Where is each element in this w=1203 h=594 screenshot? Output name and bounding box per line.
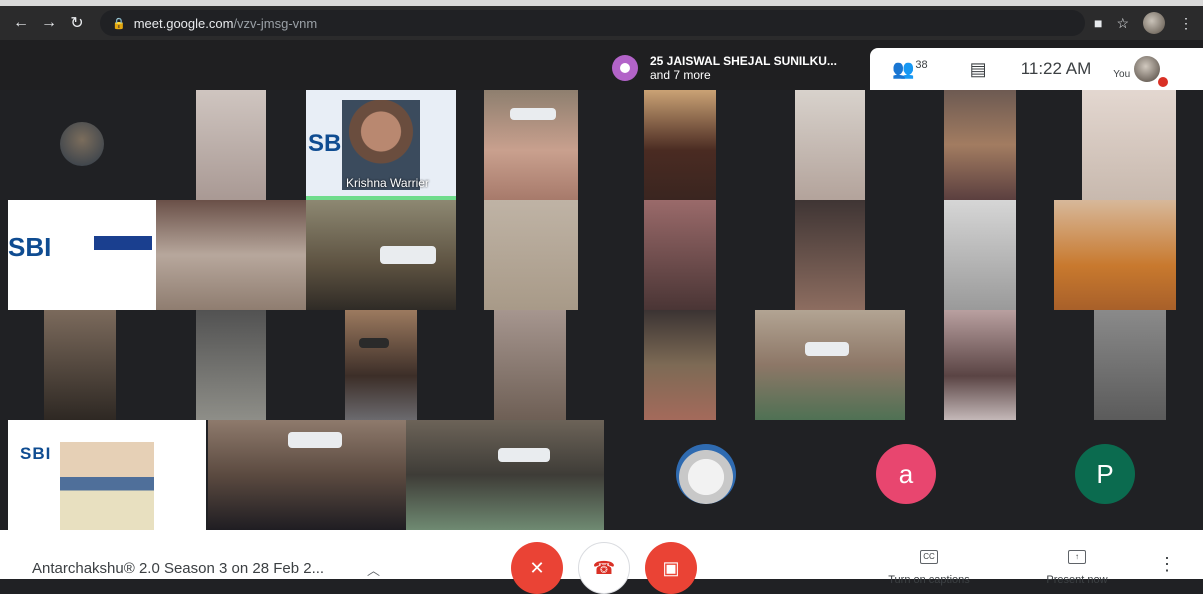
sbi-logo-text: SBI [8,232,52,262]
self-view-avatar[interactable] [1134,56,1170,88]
blindfold [359,338,389,348]
presenter-others: and 7 more [650,68,711,82]
address-bar[interactable]: 🔒 meet.google.com /vzv-jmsg-vnm [100,10,1085,36]
video-tile[interactable] [196,310,266,420]
video-tile[interactable] [755,310,905,420]
presenter-video [60,442,154,530]
meeting-info-panel: 👥 38 ▤ 11:22 AM You [870,48,1203,90]
video-tile-logo[interactable]: SBI [8,420,206,530]
star-icon[interactable]: ☆ [1116,15,1129,32]
sbi-logo-text: SBI [20,444,52,463]
blindfold [498,448,550,462]
video-tile[interactable] [944,200,1016,310]
participant-avatar-a[interactable]: a [876,444,936,504]
captions-button[interactable]: CC Turn on captions [874,550,984,586]
camera-off-icon: ▣ [662,557,680,578]
avatar-initial: a [898,458,914,489]
meeting-title[interactable]: Antarchakshu® 2.0 Season 3 on 28 Feb 2..… [32,560,324,577]
blindfold [380,246,436,264]
leave-call-button[interactable]: ☎ [578,542,630,594]
participant-avatar-p[interactable]: P [1075,444,1135,504]
mic-muted-icon [1157,76,1170,88]
video-tile[interactable] [406,420,604,530]
browser-toolbar: ← → ↻ 🔒 meet.google.com /vzv-jmsg-vnm ■ … [0,0,1203,40]
sbi-banner [94,236,152,250]
video-tile[interactable] [484,90,578,200]
video-tile[interactable] [795,200,865,310]
browser-profile-avatar[interactable] [1143,12,1165,34]
presenter-avatar [612,55,638,81]
reload-icon[interactable]: ↻ [66,12,88,34]
video-grid: SBI Krishna Warrier SBI SBI a P [0,90,1203,530]
avatar-initial: P [1096,458,1114,489]
meeting-time: 11:22 AM [1020,59,1092,78]
video-tile[interactable] [944,90,1016,200]
chevron-up-icon[interactable]: ︿ [367,560,380,579]
meet-bottom-bar: Antarchakshu® 2.0 Season 3 on 28 Feb 2..… [0,530,1203,594]
hang-up-icon: ☎ [592,557,616,578]
url-host: meet.google.com [133,15,234,31]
video-tile[interactable] [484,200,578,310]
mic-off-icon: ✕ [529,557,545,578]
video-tile[interactable] [494,310,566,420]
meet-top-bar: 25 JAISWAL SHEJAL SUNILKU... and 7 more … [0,40,1203,90]
video-tile[interactable] [196,90,266,200]
present-now-button[interactable]: ↑ Present now [1022,550,1132,586]
video-tile[interactable] [644,310,716,420]
lock-icon: 🔒 [112,17,126,30]
video-tile[interactable] [644,200,716,310]
video-tile[interactable] [795,90,865,200]
present-screen-icon: ↑ [1068,550,1086,564]
blindfold [288,432,342,448]
video-tile[interactable] [944,310,1016,420]
arrow-right-icon[interactable]: → [38,12,60,34]
presenter-chip[interactable]: 25 JAISWAL SHEJAL SUNILKU... and 7 more [612,48,870,88]
arrow-left-icon[interactable]: ← [10,12,32,34]
participant-avatar[interactable] [676,444,736,504]
closed-captions-icon: CC [920,550,938,564]
camera-indicator-icon[interactable]: ■ [1094,15,1102,31]
video-tile[interactable] [644,90,716,200]
camera-toggle-button[interactable]: ▣ [645,542,697,594]
participant-count: 38 [915,58,928,71]
video-tile[interactable] [208,420,406,530]
video-tile[interactable] [156,200,306,310]
video-tile-logo[interactable]: SBI [8,200,156,310]
video-tile[interactable] [8,90,156,200]
video-tile-speaker[interactable]: SBI Krishna Warrier [306,90,456,200]
present-label: Present now [1046,574,1108,586]
video-tile[interactable] [1094,310,1166,420]
participant-avatar [60,122,104,166]
chat-icon[interactable]: ▤ [970,59,987,80]
people-button[interactable]: 👥 38 [892,59,928,80]
self-view-label: You [1113,68,1131,80]
presenter-name: 25 JAISWAL SHEJAL SUNILKU... [650,54,837,68]
browser-menu-icon[interactable]: ⋮ [1179,15,1193,32]
captions-label: Turn on captions [888,574,970,586]
blindfold [805,342,849,356]
speaker-name-label: Krishna Warrier [346,176,429,190]
video-tile[interactable] [345,310,417,420]
video-tile[interactable] [44,310,116,420]
people-icon: 👥 [892,58,915,79]
microphone-toggle-button[interactable]: ✕ [511,542,563,594]
more-options-icon[interactable]: ⋮ [1158,554,1176,575]
blindfold [510,108,556,120]
video-tile[interactable] [1054,200,1176,310]
url-path: /vzv-jmsg-vnm [233,15,318,31]
video-tile[interactable] [306,200,456,310]
video-tile[interactable] [1082,90,1176,200]
